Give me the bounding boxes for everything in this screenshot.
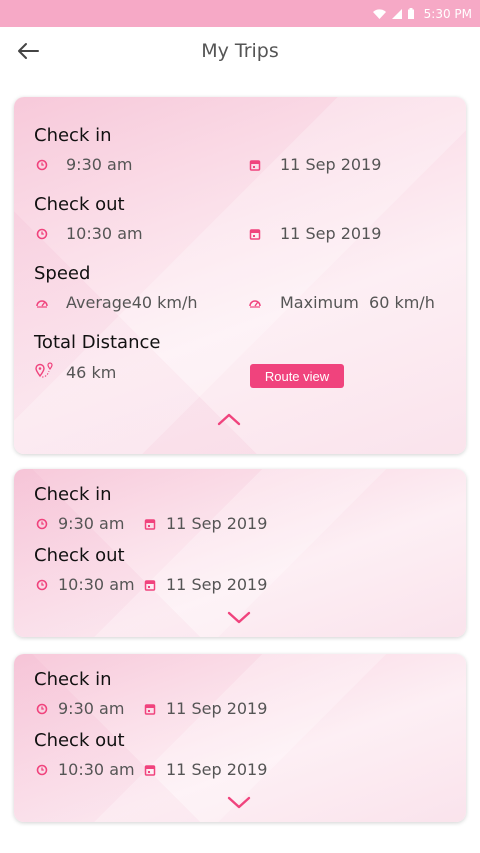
- calendar-icon: [144, 580, 156, 591]
- calendar-icon: [249, 160, 261, 171]
- checkin-label: Check in: [34, 669, 112, 690]
- calendar-icon: [144, 765, 156, 776]
- clock-icon: [36, 703, 48, 715]
- clock-icon: [36, 228, 48, 240]
- checkin-date: 11 Sep 2019: [280, 155, 382, 174]
- clock-icon: [36, 579, 48, 591]
- checkout-time: 10:30 am: [66, 224, 143, 243]
- checkout-date: 11 Sep 2019: [280, 224, 382, 243]
- checkin-time: 9:30 am: [58, 514, 125, 533]
- checkout-label: Check out: [34, 730, 125, 751]
- checkin-label: Check in: [34, 484, 112, 505]
- checkout-label: Check out: [34, 545, 125, 566]
- chevron-down-icon[interactable]: [226, 795, 252, 811]
- page-title: My Trips: [201, 40, 279, 62]
- status-bar: 5:30 PM: [0, 0, 480, 27]
- clock-icon: [36, 159, 48, 171]
- calendar-icon: [249, 229, 261, 240]
- speedometer-icon: [249, 300, 261, 308]
- route-view-button[interactable]: Route view: [250, 364, 344, 388]
- clock-icon: [36, 518, 48, 530]
- distance-value: 46 km: [66, 363, 117, 382]
- battery-icon: [407, 8, 414, 19]
- calendar-icon: [144, 519, 156, 530]
- checkout-time: 10:30 am: [58, 760, 135, 779]
- checkout-date: 11 Sep 2019: [166, 760, 268, 779]
- route-pin-icon: [35, 362, 53, 378]
- status-time: 5:30 PM: [423, 6, 472, 21]
- app-bar: My Trips: [0, 27, 480, 79]
- checkin-date: 11 Sep 2019: [166, 699, 268, 718]
- calendar-icon: [144, 704, 156, 715]
- chevron-down-icon[interactable]: [226, 610, 252, 626]
- clock-icon: [36, 764, 48, 776]
- checkin-date: 11 Sep 2019: [166, 514, 268, 533]
- checkout-date: 11 Sep 2019: [166, 575, 268, 594]
- signal-icon: [391, 8, 402, 19]
- trip-card-expanded[interactable]: Check in 9:30 am 11 Sep 2019 Check out 1…: [14, 97, 466, 454]
- speed-maximum: Maximum 60 km/h: [280, 293, 435, 312]
- speedometer-icon: [36, 300, 48, 308]
- checkout-label: Check out: [34, 194, 125, 215]
- checkin-time: 9:30 am: [66, 155, 133, 174]
- wifi-icon: [372, 8, 386, 19]
- speed-average: Average40 km/h: [66, 293, 198, 312]
- checkout-time: 10:30 am: [58, 575, 135, 594]
- chevron-up-icon[interactable]: [216, 411, 242, 427]
- speed-label: Speed: [34, 263, 91, 284]
- trip-card-collapsed[interactable]: Check in 9:30 am 11 Sep 2019 Check out 1…: [14, 469, 466, 637]
- checkin-time: 9:30 am: [58, 699, 125, 718]
- checkin-label: Check in: [34, 125, 112, 146]
- distance-label: Total Distance: [34, 332, 161, 353]
- trip-card-collapsed[interactable]: Check in 9:30 am 11 Sep 2019 Check out 1…: [14, 654, 466, 822]
